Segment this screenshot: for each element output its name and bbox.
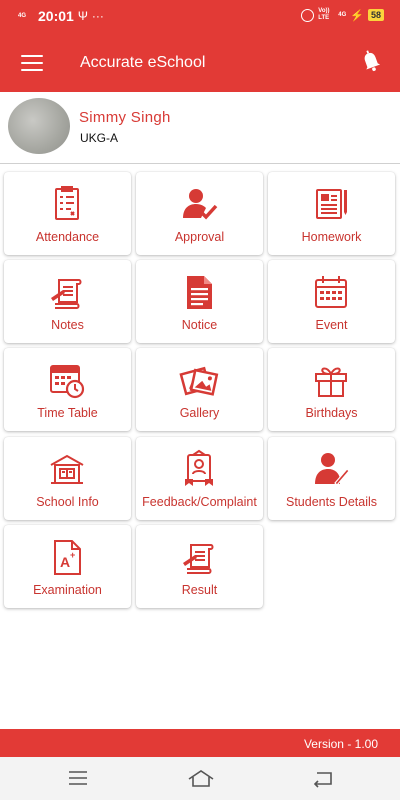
network-indicator-right: 4G	[338, 11, 347, 18]
tile-label: School Info	[36, 495, 99, 509]
tile-result[interactable]: Result	[136, 525, 263, 608]
bell-icon[interactable]	[360, 48, 382, 74]
tile-label: Feedback/Complaint	[142, 495, 257, 509]
calendar-clock-icon	[50, 365, 85, 399]
usb-icon: Ψ	[77, 9, 88, 23]
svg-text:+: +	[70, 550, 75, 560]
network-indicator: 4G	[18, 12, 27, 19]
tile-students-details[interactable]: Students Details	[268, 437, 395, 520]
photos-icon	[179, 366, 219, 396]
exam-grade-icon: A +	[54, 540, 81, 575]
status-time: 20:01	[38, 8, 74, 24]
tile-label: Approval	[174, 230, 225, 244]
battery-indicator: 58	[367, 9, 384, 21]
tile-label: Attendance	[35, 230, 100, 244]
tile-label: Result	[181, 583, 218, 597]
tile-examination[interactable]: A + Examination	[4, 525, 131, 608]
tile-label: Notes	[51, 318, 84, 332]
tile-feedback-complaint[interactable]: Feedback/Complaint	[136, 437, 263, 520]
menu-icon[interactable]	[21, 55, 43, 71]
gift-icon	[315, 367, 347, 397]
app-bar: Accurate eSchool	[0, 34, 400, 92]
tile-notice[interactable]: Notice	[136, 260, 263, 343]
user-check-icon	[183, 189, 218, 220]
alarm-icon	[301, 8, 315, 22]
tile-label: Homework	[301, 230, 362, 244]
tile-gallery[interactable]: Gallery	[136, 348, 263, 431]
tile-homework[interactable]: Homework	[268, 172, 395, 255]
student-profile[interactable]: Simmy Singh UKG-A	[0, 92, 400, 164]
clipboard-checklist-icon	[55, 186, 79, 220]
version-text: Version - 1.00	[303, 737, 378, 751]
student-details-icon	[315, 453, 350, 486]
scroll-pen-icon	[51, 279, 82, 309]
system-nav-bar	[0, 757, 400, 800]
tile-time-table[interactable]: Time Table	[4, 348, 131, 431]
notebook-pen-icon	[316, 189, 347, 219]
volte-indicator: Vo)) LTE	[318, 8, 330, 21]
tile-label: Gallery	[179, 406, 220, 420]
tile-birthdays[interactable]: Birthdays	[268, 348, 395, 431]
tile-label: Students Details	[285, 495, 378, 509]
tile-label: Event	[315, 318, 348, 332]
tile-label: Examination	[33, 583, 102, 597]
tile-label: Notice	[181, 318, 218, 332]
tile-event[interactable]: Event	[268, 260, 395, 343]
version-bar: Version - 1.00	[0, 729, 400, 757]
tile-label: Birthdays	[305, 406, 358, 420]
feedback-icon	[185, 449, 213, 486]
charging-icon: ⚡	[350, 9, 364, 22]
tile-approval[interactable]: Approval	[136, 172, 263, 255]
student-class: UKG-A	[80, 131, 119, 145]
back-icon[interactable]	[310, 767, 334, 789]
svg-text:A: A	[60, 554, 70, 570]
avatar	[8, 98, 70, 154]
tile-label: Time Table	[37, 406, 98, 420]
app-title: Accurate eSchool	[80, 54, 206, 71]
tile-notes[interactable]: Notes	[4, 260, 131, 343]
result-scroll-icon	[183, 544, 214, 574]
calendar-icon	[315, 276, 347, 308]
tile-attendance[interactable]: Attendance	[4, 172, 131, 255]
school-building-icon	[50, 454, 84, 484]
student-name: Simmy Singh	[79, 109, 171, 126]
tile-school-info[interactable]: School Info	[4, 437, 131, 520]
document-icon	[187, 276, 212, 309]
home-icon[interactable]	[186, 767, 216, 789]
recent-apps-icon[interactable]	[66, 767, 90, 789]
more-notifications-icon: ···	[91, 9, 104, 23]
status-bar: 4G 20:01 Ψ ··· Vo)) LTE 4G ⚡ 58	[0, 0, 400, 34]
